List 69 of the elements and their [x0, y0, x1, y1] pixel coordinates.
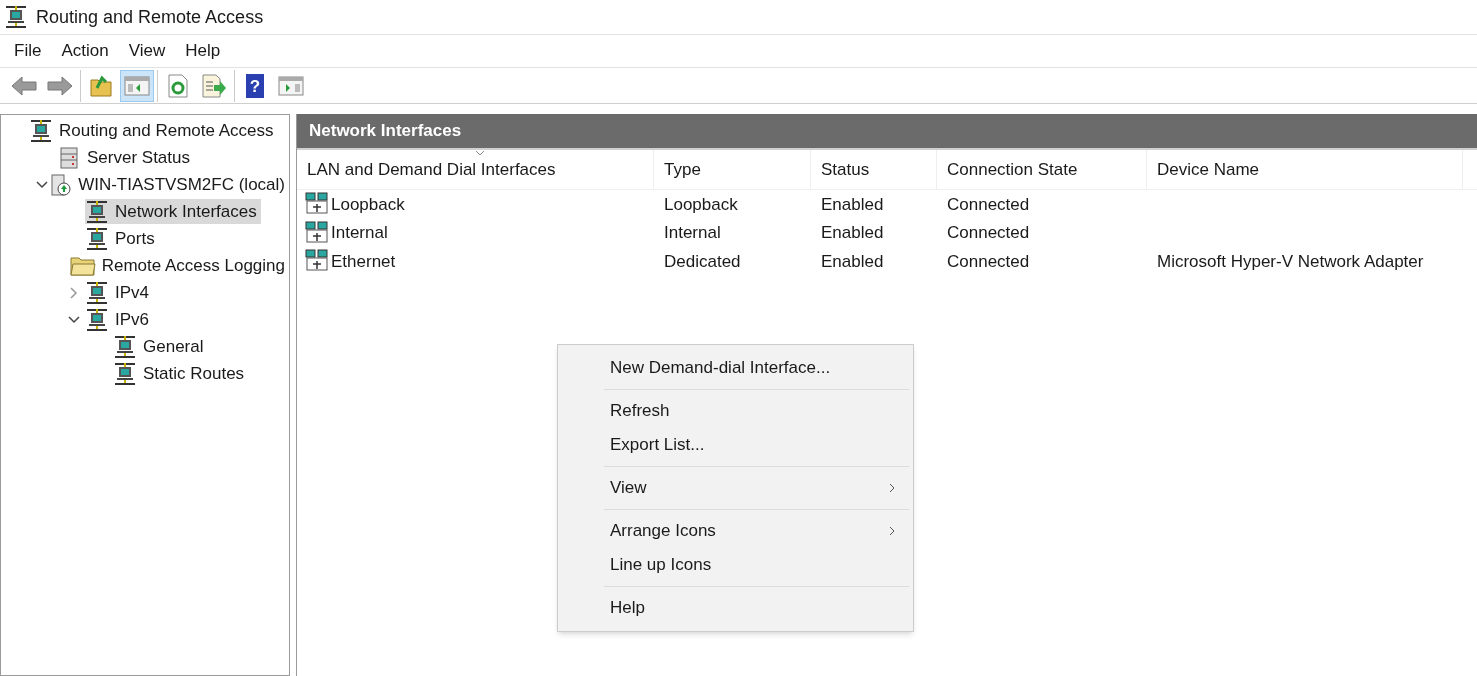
networked-computer-icon — [29, 118, 53, 143]
column-header[interactable]: Type — [654, 150, 811, 189]
tree-item[interactable]: IPv6 — [85, 307, 154, 332]
tree-item[interactable]: General — [113, 334, 208, 359]
tree-item[interactable]: IPv4 — [85, 280, 154, 305]
network-adapter-icon — [305, 220, 329, 245]
show-tree-icon — [124, 74, 150, 97]
folder-up-icon — [89, 73, 113, 98]
context-menu-item[interactable]: New Demand-dial Interface... — [558, 351, 913, 385]
context-menu-item[interactable]: Refresh — [558, 394, 913, 428]
table-cell-text: Loopback — [331, 193, 405, 216]
menu-item[interactable]: Help — [175, 35, 231, 67]
toolbar-button[interactable]: ? — [238, 69, 272, 102]
refresh-icon — [167, 73, 189, 98]
tree-item[interactable]: Routing and Remote Access — [29, 118, 278, 143]
table-cell-text: Internal — [331, 222, 388, 244]
table-cell-text: Loopback — [664, 193, 738, 216]
column-header[interactable]: Connection State — [937, 150, 1147, 189]
context-menu-item[interactable]: Arrange Icons — [558, 514, 913, 548]
context-menu-item[interactable]: Help — [558, 591, 913, 625]
table-cell-text: Dedicated — [664, 250, 741, 273]
networked-computer-icon — [85, 199, 109, 224]
tree-item[interactable]: Network Interfaces — [85, 199, 261, 224]
chevron-down-icon[interactable] — [35, 180, 48, 189]
folder-icon — [69, 254, 96, 277]
table-cell-text: Enabled — [821, 250, 884, 273]
toolbar-button[interactable] — [120, 69, 154, 102]
forward-arrow-icon — [47, 75, 73, 96]
column-header[interactable]: Device Name — [1147, 150, 1463, 189]
context-menu-item[interactable]: Export List... — [558, 428, 913, 462]
table-cell-text: Enabled — [821, 222, 884, 244]
tree-item[interactable]: WIN-TIASTVSM2FC (local) — [48, 172, 289, 197]
column-header[interactable]: LAN and Demand Dial Interfaces — [297, 150, 654, 189]
sort-caret-icon — [475, 150, 485, 156]
back-arrow-icon — [11, 75, 37, 96]
export-list-icon — [201, 73, 227, 98]
chevron-down-icon[interactable] — [68, 315, 80, 324]
table-cell-text: Connected — [947, 250, 1030, 273]
networked-computer-icon — [113, 334, 137, 359]
server-icon — [48, 172, 73, 197]
networked-computer-icon — [85, 280, 109, 305]
tree-item[interactable]: Server Status — [57, 145, 194, 170]
table-cell-text: Enabled — [821, 193, 884, 216]
networked-computer-icon — [4, 5, 28, 29]
menu-item[interactable]: Action — [51, 35, 119, 67]
table-cell-text: Ethernet — [331, 250, 396, 273]
action-pane-icon — [278, 74, 304, 97]
context-menu-item[interactable]: View — [558, 471, 913, 505]
chevron-right-icon[interactable] — [70, 286, 78, 299]
window-title: Routing and Remote Access — [36, 5, 264, 29]
help-icon: ? — [245, 72, 265, 99]
server-rack-icon — [57, 145, 81, 170]
menu-item[interactable]: File — [4, 35, 52, 67]
table-cell-text: Connected — [947, 222, 1030, 244]
table-cell-text: Connected — [947, 193, 1030, 216]
column-header[interactable]: Status — [811, 150, 937, 189]
panel-header: Network Interfaces — [297, 114, 1477, 150]
table-cell-text: Microsoft Hyper-V Network Adapter — [1157, 250, 1424, 273]
table-cell-text: Internal — [664, 222, 721, 244]
networked-computer-icon — [85, 226, 109, 251]
networked-computer-icon — [113, 361, 137, 386]
context-menu-item[interactable]: Line up Icons — [558, 548, 913, 582]
networked-computer-icon — [85, 307, 109, 332]
network-adapter-icon — [305, 249, 329, 274]
tree-item[interactable]: Remote Access Logging — [69, 253, 289, 278]
menu-item[interactable]: View — [118, 35, 176, 67]
tree-item[interactable]: Static Routes — [113, 361, 249, 386]
tree-item[interactable]: Ports — [85, 226, 159, 251]
network-adapter-icon — [305, 192, 329, 217]
